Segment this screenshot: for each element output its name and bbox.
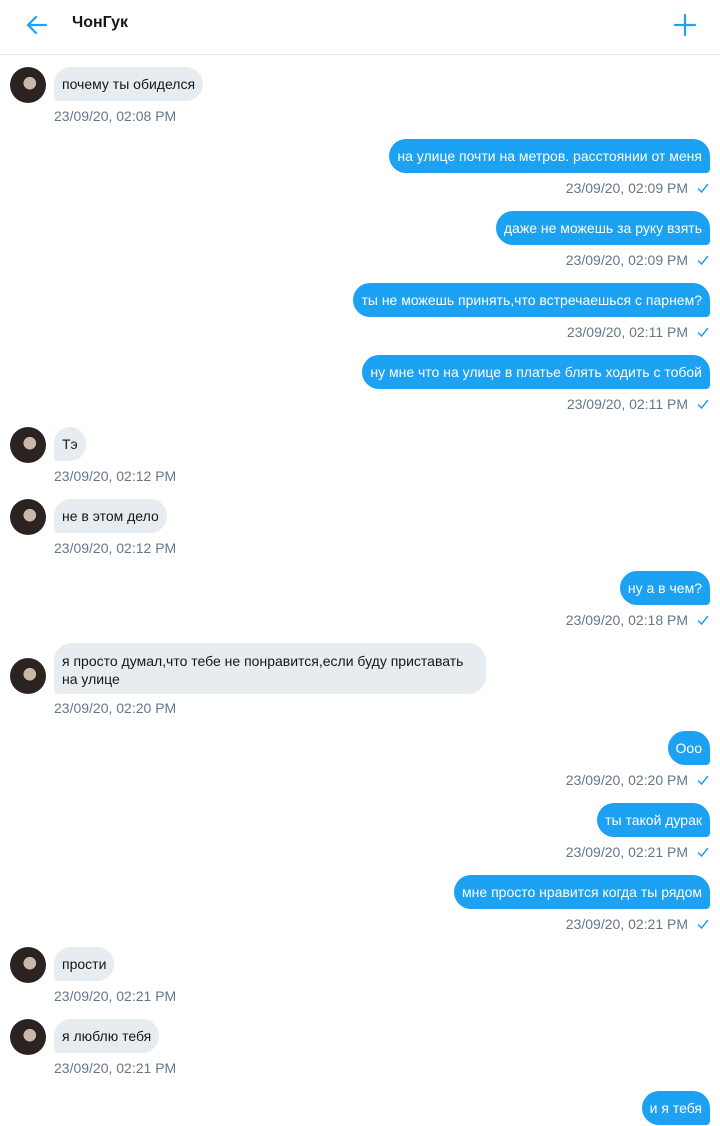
message-bubble-outgoing[interactable]: ты не можешь принять,что встречаешься с … (353, 283, 710, 317)
message-bubble-outgoing[interactable]: и я тебя (641, 1091, 710, 1125)
conversation-header: ЧонГук (0, 0, 720, 55)
check-icon (697, 615, 709, 626)
message-timestamp: 23/09/20, 02:09 PM (565, 180, 688, 196)
check-icon (697, 399, 709, 410)
plus-icon (673, 13, 697, 37)
check-icon (697, 327, 709, 338)
avatar[interactable] (10, 947, 46, 983)
message-timestamp: 23/09/20, 02:21 PM (54, 1060, 177, 1076)
dm-conversation-screen: ЧонГук почему ты обиделся 23/09/20, 02:0… (0, 0, 720, 1126)
message-timestamp: 23/09/20, 02:21 PM (565, 844, 688, 860)
check-icon (697, 775, 709, 786)
message-timestamp: 23/09/20, 02:12 PM (54, 468, 177, 484)
message-timestamp: 23/09/20, 02:09 PM (565, 252, 688, 268)
message-timestamp: 23/09/20, 02:11 PM (566, 324, 688, 340)
back-button[interactable] (22, 10, 52, 40)
message-list[interactable]: почему ты обиделся 23/09/20, 02:08 PM на… (0, 55, 720, 1126)
message-bubble-incoming[interactable]: я просто думал,что тебе не понравится,ес… (54, 643, 486, 694)
check-icon (697, 919, 709, 930)
message-bubble-outgoing[interactable]: ты такой дурак (597, 803, 710, 837)
message-timestamp: 23/09/20, 02:20 PM (565, 772, 688, 788)
message-bubble-incoming[interactable]: я люблю тебя (54, 1019, 160, 1053)
avatar[interactable] (10, 67, 46, 103)
message-timestamp: 23/09/20, 02:21 PM (54, 988, 177, 1004)
check-icon (697, 847, 709, 858)
avatar[interactable] (10, 499, 46, 535)
arrow-left-icon (26, 15, 48, 35)
avatar[interactable] (10, 1019, 46, 1055)
check-icon (697, 183, 709, 194)
add-button[interactable] (670, 10, 700, 40)
message-bubble-outgoing[interactable]: ну а в чем? (619, 571, 710, 605)
message-timestamp: 23/09/20, 02:08 PM (54, 108, 177, 124)
message-timestamp: 23/09/20, 02:11 PM (566, 396, 688, 412)
message-bubble-outgoing[interactable]: даже не можешь за руку взять (495, 211, 710, 245)
check-icon (697, 255, 709, 266)
conversation-title: ЧонГук (72, 14, 129, 31)
message-bubble-incoming[interactable]: прости (54, 947, 115, 981)
message-timestamp: 23/09/20, 02:18 PM (565, 612, 688, 628)
message-timestamp: 23/09/20, 02:12 PM (54, 540, 177, 556)
avatar[interactable] (10, 427, 46, 463)
message-timestamp: 23/09/20, 02:21 PM (565, 916, 688, 932)
message-bubble-incoming[interactable]: почему ты обиделся (54, 67, 204, 101)
avatar[interactable] (10, 658, 46, 694)
message-bubble-incoming[interactable]: Тэ (54, 427, 86, 461)
message-timestamp: 23/09/20, 02:20 PM (54, 700, 177, 716)
message-bubble-outgoing[interactable]: на улице почти на метров. расстоянии от … (389, 139, 710, 173)
message-bubble-outgoing[interactable]: Ооо (667, 731, 710, 765)
message-bubble-incoming[interactable]: не в этом дело (54, 499, 167, 533)
message-bubble-outgoing[interactable]: ну мне что на улице в платье блять ходит… (362, 355, 710, 389)
message-bubble-outgoing[interactable]: мне просто нравится когда ты рядом (454, 875, 710, 909)
